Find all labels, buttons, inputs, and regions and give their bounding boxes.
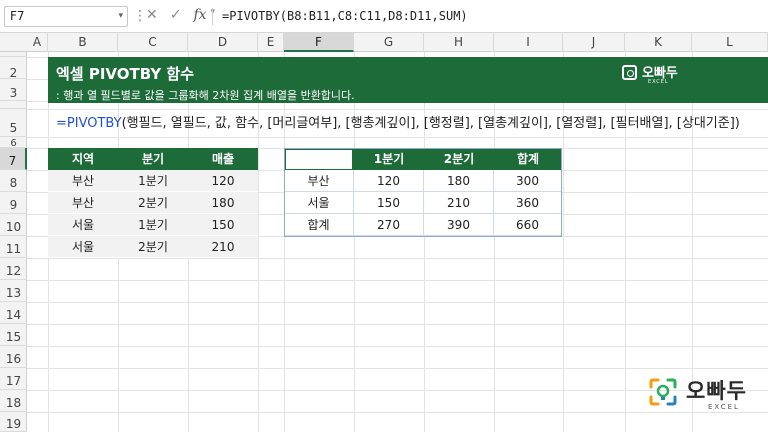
table-header: 분기 — [118, 148, 188, 170]
logo-icon — [622, 65, 637, 80]
chevron-down-icon[interactable]: ▾ — [118, 7, 123, 26]
pivot-cell[interactable]: 120 — [354, 170, 424, 192]
formula-input[interactable]: =PIVOTBY(B8:B11,C8:C11,D8:D11,SUM) — [222, 9, 468, 23]
table-header: 지역 — [48, 148, 118, 170]
pivot-cell[interactable]: 부산 — [284, 170, 354, 192]
syntax-arguments: (행필드, 열필드, 값, 함수, [머리글여부], [행총계깊이], [행정렬… — [121, 116, 740, 131]
row-header-14[interactable]: 14 — [0, 302, 27, 324]
column-header-j[interactable]: J — [563, 33, 625, 52]
row-header-12[interactable]: 12 — [0, 258, 27, 280]
logo-sub: EXCEL — [648, 79, 669, 85]
enter-check-icon[interactable]: ✓ — [170, 7, 182, 25]
logo-icon — [649, 378, 677, 406]
column-header-e[interactable]: E — [258, 33, 284, 52]
column-header-f[interactable]: F — [284, 33, 354, 52]
row-header-18[interactable]: 18 — [0, 390, 27, 412]
row-header-15[interactable]: 15 — [0, 324, 27, 346]
pivot-header[interactable]: 합계 — [494, 148, 562, 170]
table-header: 매출 — [188, 148, 258, 170]
footer-logo: 오빠두 EXCEL — [648, 375, 758, 415]
more-vert-icon[interactable]: ⋮ — [133, 8, 147, 24]
table-cell[interactable]: 2분기 — [118, 236, 188, 258]
row-header-9[interactable]: 9 — [0, 192, 27, 214]
formula-bar-divider — [212, 8, 213, 25]
row-header-7[interactable]: 7 — [0, 148, 27, 170]
row-header-bar: 1 2 3 4 5 6 7 8 9 10 11 12 13 14 15 16 1… — [0, 52, 27, 432]
syntax-line: =PIVOTBY(행필드, 열필드, 값, 함수, [머리글여부], [행총계깊… — [56, 112, 740, 131]
pivot-cell[interactable]: 210 — [424, 192, 494, 214]
page-subtitle: : 행과 열 필드별로 값을 그룹화해 2차원 집계 배열을 반환합니다. — [56, 89, 355, 102]
table-cell[interactable]: 150 — [188, 214, 258, 236]
column-header-i[interactable]: I — [494, 33, 563, 52]
table-cell[interactable]: 1분기 — [118, 214, 188, 236]
pivot-cell[interactable]: 360 — [494, 192, 562, 214]
column-header-g[interactable]: G — [354, 33, 424, 52]
pivot-cell[interactable]: 150 — [354, 192, 424, 214]
page-title: 엑셀 PIVOTBY 함수 — [56, 65, 195, 83]
table-cell[interactable]: 180 — [188, 192, 258, 214]
name-box[interactable]: F7 ▾ — [4, 6, 128, 27]
column-header-d[interactable]: D — [188, 33, 258, 52]
table-cell[interactable]: 부산 — [48, 170, 118, 192]
logo-sub: EXCEL — [708, 403, 740, 411]
name-box-value: F7 — [10, 9, 25, 23]
formula-bar: F7 ▾ ⋮ ✕ ✓ fx ▾ =PIVOTBY(B8:B11,C8:C11,D… — [0, 0, 768, 33]
row-header-5[interactable]: 5 — [0, 109, 27, 137]
pivot-cell[interactable]: 180 — [424, 170, 494, 192]
row-header-6[interactable]: 6 — [0, 137, 27, 149]
active-cell-f7[interactable] — [284, 148, 354, 171]
pivot-cell[interactable]: 660 — [494, 214, 562, 236]
pivot-cell[interactable]: 300 — [494, 170, 562, 192]
row-header-10[interactable]: 10 — [0, 214, 27, 236]
pivot-cell[interactable]: 합계 — [284, 214, 354, 236]
table-cell[interactable]: 120 — [188, 170, 258, 192]
row-header-11[interactable]: 11 — [0, 236, 27, 258]
banner-logo: 오빠두 EXCEL — [622, 62, 692, 86]
column-header-bar: A B C D E F G H I J K L — [0, 33, 768, 52]
row-header-2[interactable]: 2 — [0, 57, 27, 80]
table-cell[interactable]: 2분기 — [118, 192, 188, 214]
formula-bar-icons: ✕ ✓ fx ▾ — [146, 7, 215, 25]
table-cell[interactable]: 210 — [188, 236, 258, 258]
table-cell[interactable]: 서울 — [48, 214, 118, 236]
row-header-13[interactable]: 13 — [0, 280, 27, 302]
excel-window: F7 ▾ ⋮ ✕ ✓ fx ▾ =PIVOTBY(B8:B11,C8:C11,D… — [0, 0, 768, 432]
table-cell[interactable]: 부산 — [48, 192, 118, 214]
column-header-c[interactable]: C — [118, 33, 188, 52]
pivot-cell[interactable]: 서울 — [284, 192, 354, 214]
column-header-k[interactable]: K — [625, 33, 692, 52]
table-cell[interactable]: 서울 — [48, 236, 118, 258]
column-header-b[interactable]: B — [48, 33, 118, 52]
column-header-a[interactable]: A — [27, 33, 48, 52]
row-header-17[interactable]: 17 — [0, 368, 27, 390]
pivot-header[interactable]: 2분기 — [424, 148, 494, 170]
pivot-header[interactable]: 1분기 — [354, 148, 424, 170]
row-header-19[interactable]: 19 — [0, 412, 27, 432]
column-header-h[interactable]: H — [424, 33, 494, 52]
logo-name: 오빠두 — [686, 379, 747, 403]
row-header-8[interactable]: 8 — [0, 170, 27, 192]
pivot-cell[interactable]: 390 — [424, 214, 494, 236]
column-header-l[interactable]: L — [692, 33, 768, 52]
row-header-4[interactable]: 4 — [0, 101, 27, 109]
cancel-icon[interactable]: ✕ — [146, 7, 158, 25]
pivot-cell[interactable]: 270 — [354, 214, 424, 236]
syntax-function-name: =PIVOTBY — [56, 116, 122, 131]
row-header-16[interactable]: 16 — [0, 346, 27, 368]
fx-icon[interactable]: fx — [193, 7, 206, 25]
row-header-3[interactable]: 3 — [0, 79, 27, 101]
table-cell[interactable]: 1분기 — [118, 170, 188, 192]
